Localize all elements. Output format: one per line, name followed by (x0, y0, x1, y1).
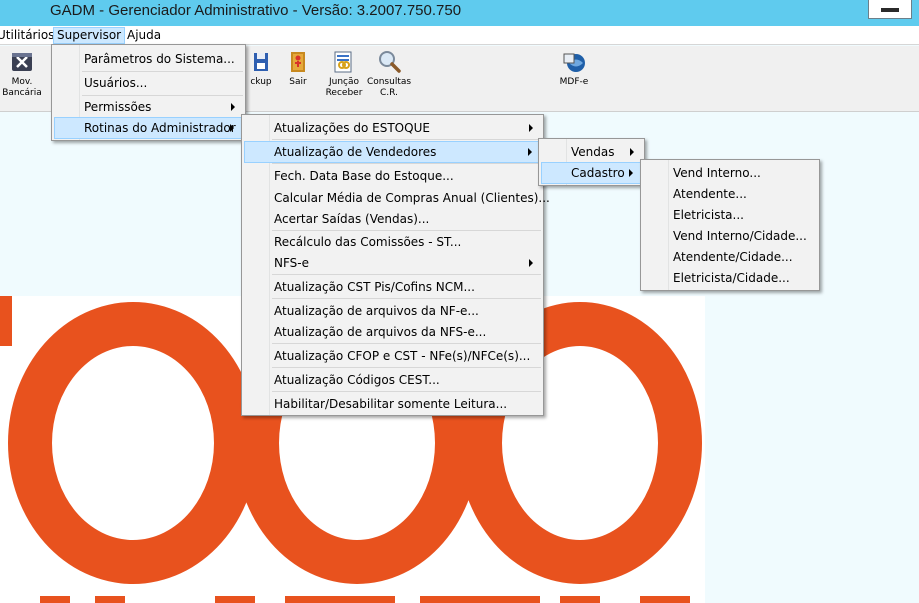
submenu-arrow-icon (230, 124, 234, 132)
toolbar-button-label: MDF-e (559, 77, 589, 87)
menu-item-atendente[interactable]: Atendente... (643, 183, 817, 205)
menu-item-rotinas-administrador[interactable]: Rotinas do Administrador (54, 117, 243, 139)
submenu-arrow-icon (529, 124, 533, 132)
toolbar-button-sair[interactable]: Sair (273, 50, 323, 88)
menu-item-atualizacao-cfop-cst[interactable]: Atualização CFOP e CST - NFe(s)/NFCe(s).… (244, 345, 541, 367)
menu-item-recalculo-comissoes[interactable]: Recálculo das Comissões - ST... (244, 231, 541, 253)
bank-movement-icon (12, 53, 32, 71)
submenu-arrow-icon (629, 169, 633, 177)
toolbar-button-juncao-receber[interactable]: Junção Receber (319, 50, 369, 99)
menu-item-vend-interno-cidade[interactable]: Vend Interno/Cidade... (643, 225, 817, 247)
menu-bar: Utilitários Supervisor Ajuda (0, 26, 919, 45)
menu-item-atualizacao-codigos-cest[interactable]: Atualização Códigos CEST... (244, 369, 541, 391)
menu-item-atualizacao-cst-pis-cofins[interactable]: Atualização CST Pis/Cofins NCM... (244, 276, 541, 298)
menu-item-atualizacao-arquivos-nfe[interactable]: Atualização de arquivos da NF-e... (244, 300, 541, 322)
exit-door-icon (291, 52, 305, 72)
menu-item-habilitar-desabilitar-leitura[interactable]: Habilitar/Desabilitar somente Leitura... (244, 393, 541, 415)
toolbar-button-label: ckup (250, 77, 272, 87)
window-title: GADM - Gerenciador Administrativo - Vers… (50, 2, 462, 19)
menu-item-fech-data-base-estoque[interactable]: Fech. Data Base do Estoque... (244, 165, 541, 187)
menu-item-parametros-sistema[interactable]: Parâmetros do Sistema... (54, 48, 243, 70)
submenu-arrow-icon (231, 103, 235, 111)
toolbar-button-mdfe[interactable]: MDF-e (549, 50, 599, 88)
toolbar-button-label: Junção Receber (325, 77, 363, 98)
rotinas-administrador-menu: Atualizações do ESTOQUE Atualização de V… (241, 114, 550, 416)
menu-item-permissoes[interactable]: Permissões (54, 96, 243, 118)
menu-item-nfs-e[interactable]: NFS-e (244, 252, 541, 274)
toolbar-button-mov-bancaria[interactable]: Mov. Bancária (0, 50, 47, 99)
menu-item-cadastro[interactable]: Cadastro (541, 162, 642, 184)
supervisor-menu: Parâmetros do Sistema... Usuários... Per… (51, 44, 246, 141)
menu-item-eletricista-cidade[interactable]: Eletricista/Cidade... (643, 267, 817, 289)
document-join-icon (334, 51, 352, 73)
atualizacao-vendedores-menu: Vendas Cadastro (538, 138, 645, 186)
submenu-arrow-icon (630, 148, 634, 156)
menu-item-vendas[interactable]: Vendas (541, 141, 642, 163)
magnifier-icon (379, 51, 401, 73)
menu-supervisor[interactable]: Supervisor (53, 27, 126, 44)
cadastro-menu: Vend Interno... Atendente... Eletricista… (640, 159, 820, 291)
menu-item-atualizacao-vendedores[interactable]: Atualização de Vendedores (244, 141, 541, 163)
toolbar-button-label: Mov. Bancária (2, 77, 42, 98)
menu-item-eletricista[interactable]: Eletricista... (643, 204, 817, 226)
menu-item-atendente-cidade[interactable]: Atendente/Cidade... (643, 246, 817, 268)
menu-ajuda[interactable]: Ajuda (124, 27, 164, 44)
menu-item-atualizacoes-estoque[interactable]: Atualizações do ESTOQUE (244, 117, 541, 139)
title-bar: GADM - Gerenciador Administrativo - Vers… (0, 0, 919, 26)
menu-item-calcular-media-compras[interactable]: Calcular Média de Compras Anual (Cliente… (244, 187, 550, 209)
minimize-button[interactable] (868, 0, 912, 19)
toolbar-button-consultas-cr[interactable]: Consultas C.R. (364, 50, 414, 99)
toolbar-button-label: Consultas C.R. (366, 77, 412, 98)
menu-item-atualizacao-arquivos-nfse[interactable]: Atualização de arquivos da NFS-e... (244, 321, 541, 343)
menu-item-vend-interno[interactable]: Vend Interno... (643, 162, 817, 184)
toolbar-button-label: Sair (289, 77, 307, 87)
submenu-arrow-icon (529, 259, 533, 267)
menu-utilitarios[interactable]: Utilitários (0, 27, 57, 44)
mdfe-globe-icon (563, 53, 585, 72)
submenu-arrow-icon (528, 148, 532, 156)
menu-item-acertar-saidas[interactable]: Acertar Saídas (Vendas)... (244, 208, 541, 230)
menu-item-usuarios[interactable]: Usuários... (54, 72, 243, 94)
minimize-icon (881, 8, 899, 12)
